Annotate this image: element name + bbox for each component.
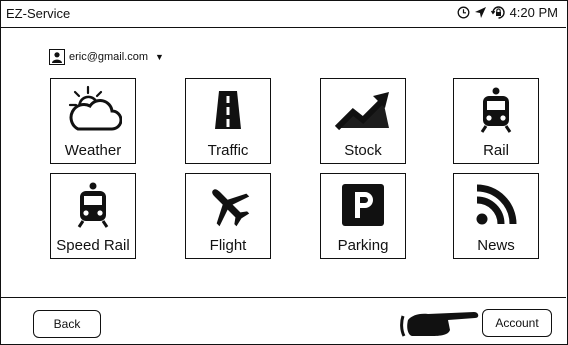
stock-chart-icon <box>321 85 405 135</box>
clock-time: 4:20 PM <box>509 5 558 20</box>
tile-rail[interactable]: Rail <box>453 78 539 164</box>
tile-label: Speed Rail <box>56 237 130 254</box>
location-arrow-icon <box>474 6 487 19</box>
tile-news[interactable]: News <box>453 173 539 259</box>
train-icon <box>51 180 135 230</box>
alarm-clock-icon <box>457 6 470 19</box>
status-icons: 4:20 PM <box>457 5 558 20</box>
back-button[interactable]: Back <box>33 310 101 338</box>
train-icon <box>454 85 538 135</box>
tile-weather[interactable]: Weather <box>50 78 136 164</box>
tile-parking[interactable]: Parking <box>320 173 406 259</box>
tile-label: Stock <box>344 142 382 159</box>
tile-traffic[interactable]: Traffic <box>185 78 271 164</box>
caret-down-icon[interactable]: ▼ <box>155 52 164 62</box>
tile-stock[interactable]: Stock <box>320 78 406 164</box>
tile-label: News <box>477 237 515 254</box>
tile-label: Weather <box>64 142 122 159</box>
tile-label: Rail <box>483 142 509 159</box>
app-title: EZ-Service <box>6 6 71 21</box>
user-icon <box>49 49 65 65</box>
weather-icon <box>51 85 135 135</box>
parking-icon <box>321 180 405 230</box>
tile-label: Traffic <box>207 142 249 159</box>
account-button[interactable]: Account <box>482 309 552 337</box>
road-icon <box>186 85 270 135</box>
airplane-icon <box>186 180 270 230</box>
lock-rotation-icon <box>490 5 506 20</box>
rss-icon <box>454 180 538 230</box>
account-email: eric@gmail.com <box>69 51 149 63</box>
tile-speed-rail[interactable]: Speed Rail <box>50 173 136 259</box>
tile-label: Parking <box>337 237 389 254</box>
status-bar: EZ-Service 4:20 PM <box>0 0 566 28</box>
tile-label: Flight <box>209 237 247 254</box>
bottom-divider <box>0 297 566 298</box>
tile-flight[interactable]: Flight <box>185 173 271 259</box>
pointing-hand-icon <box>400 308 484 343</box>
account-selector[interactable]: eric@gmail.com ▼ <box>49 49 164 65</box>
